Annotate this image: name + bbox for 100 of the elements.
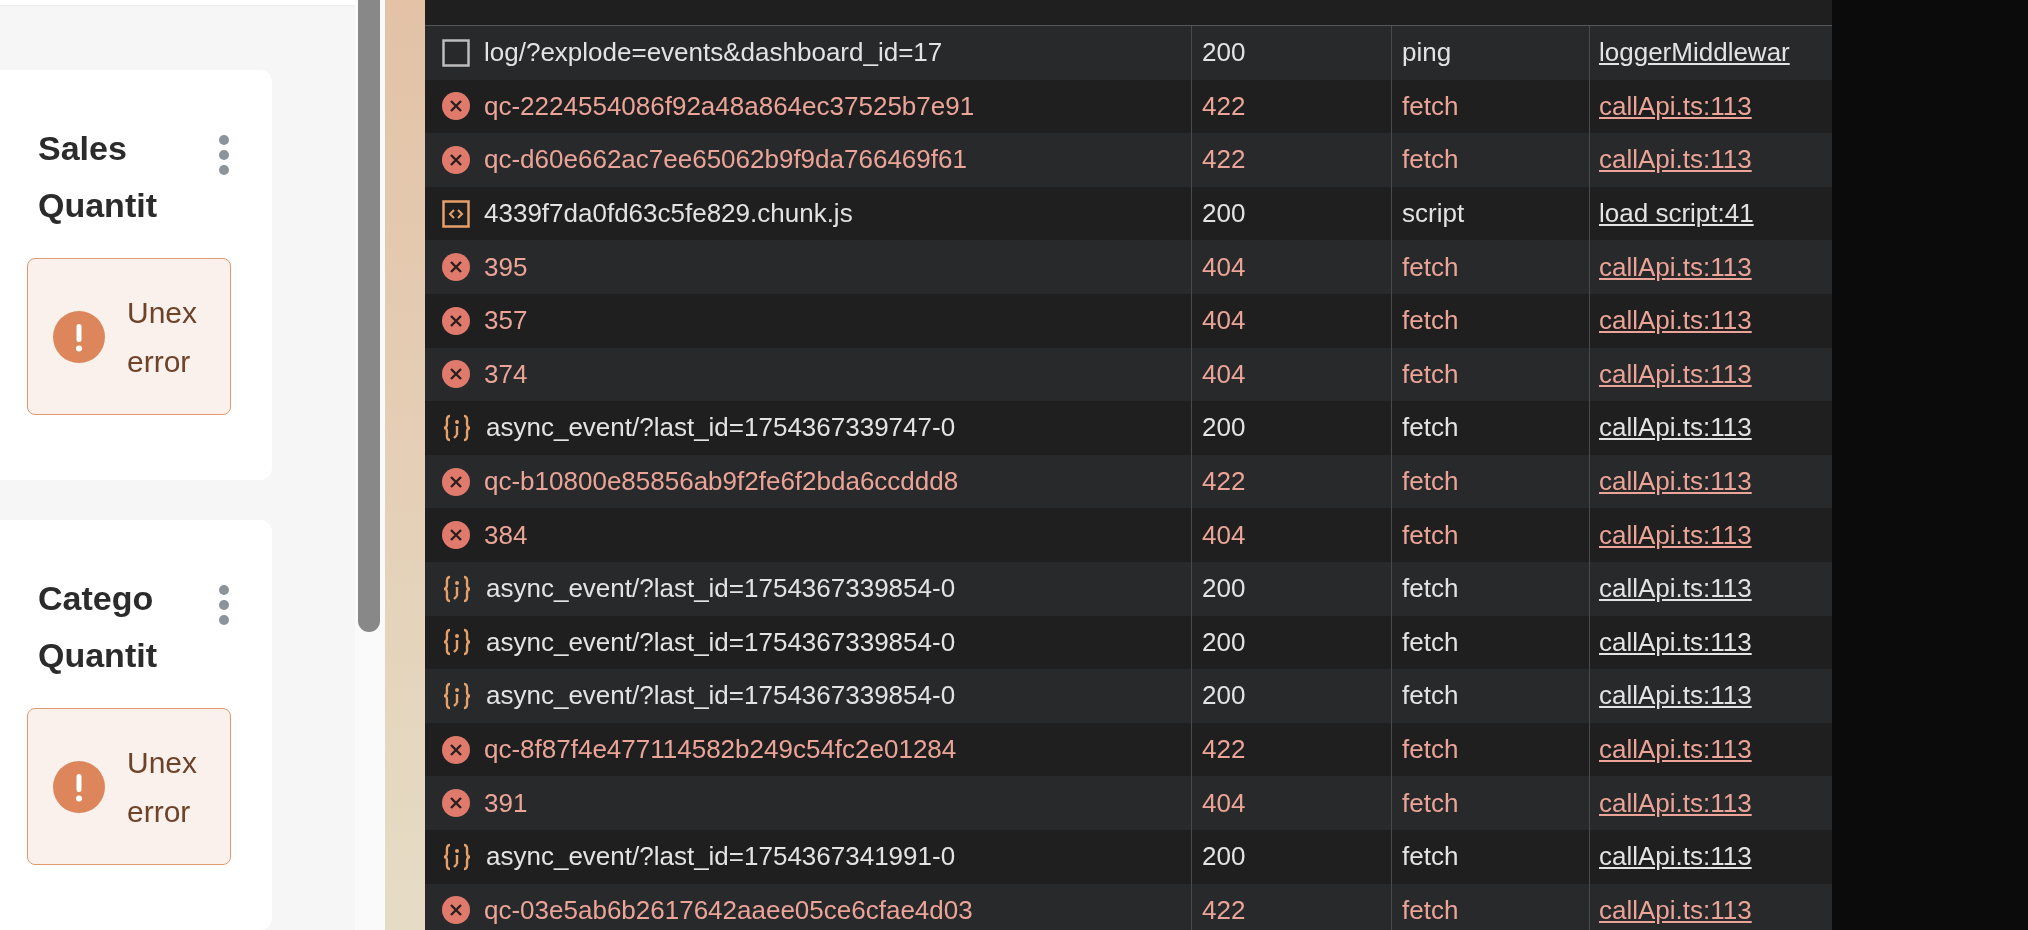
request-type: fetch: [1402, 572, 1459, 606]
initiator-link[interactable]: callApi.ts:113: [1599, 783, 1752, 823]
status-code: 404: [1202, 786, 1246, 820]
fetch-icon: [442, 681, 472, 710]
error-icon: [442, 789, 470, 818]
status-code: 200: [1202, 625, 1246, 659]
status-code: 200: [1202, 840, 1246, 874]
status-code: 422: [1202, 89, 1246, 123]
status-code: 200: [1202, 679, 1246, 713]
request-row[interactable]: async_event/?last_id=1754367339854-0 200 fetch callApi.ts:113: [425, 561, 1832, 616]
initiator-link[interactable]: callApi.ts:113: [1599, 247, 1752, 287]
request-type: fetch: [1402, 357, 1459, 391]
request-name: 357: [484, 304, 528, 338]
request-row[interactable]: qc-03e5ab6b2617642aaee05ce6cfae4d03 422 fetch callApi.ts:113: [425, 883, 1832, 930]
initiator-link[interactable]: callApi.ts:113: [1599, 408, 1752, 448]
initiator-link[interactable]: callApi.ts:113: [1599, 515, 1752, 555]
status-code: 404: [1202, 518, 1246, 552]
request-name: qc-03e5ab6b2617642aaee05ce6cfae4d03: [484, 893, 973, 927]
request-name: async_event/?last_id=1754367339854-0: [486, 572, 956, 606]
status-code: 200: [1202, 36, 1246, 70]
request-row[interactable]: 391 404 fetch callApi.ts:113: [425, 776, 1832, 830]
error-icon: [442, 735, 470, 764]
request-row[interactable]: 395 404 fetch callApi.ts:113: [425, 240, 1832, 294]
request-name: async_event/?last_id=1754367339854-0: [486, 625, 956, 659]
request-type: fetch: [1402, 625, 1459, 659]
initiator-link[interactable]: callApi.ts:113: [1599, 622, 1752, 662]
fetch-icon: [442, 628, 472, 657]
request-type: fetch: [1402, 679, 1459, 713]
request-name: 374: [484, 357, 528, 391]
request-row[interactable]: log/?explode=events&dashboard_id=17 200 ping loggerMiddlewar: [425, 26, 1832, 80]
request-type: script: [1402, 197, 1465, 231]
request-type: fetch: [1402, 143, 1459, 177]
request-type: fetch: [1402, 518, 1459, 552]
request-name: async_event/?last_id=1754367339747-0: [486, 411, 956, 445]
initiator-link[interactable]: callApi.ts:113: [1599, 86, 1752, 126]
request-type: fetch: [1402, 89, 1459, 123]
error-icon: [442, 360, 470, 389]
initiator-link[interactable]: load script:41: [1599, 194, 1754, 234]
error-icon: [442, 521, 470, 550]
initiator-link[interactable]: callApi.ts:113: [1599, 301, 1752, 341]
request-name: log/?explode=events&dashboard_id=17: [484, 36, 943, 70]
error-icon: [442, 306, 470, 335]
error-icon: [442, 146, 470, 174]
status-code: 404: [1202, 304, 1246, 338]
request-type: fetch: [1402, 840, 1459, 874]
request-name: 391: [484, 786, 528, 820]
status-code: 422: [1202, 143, 1246, 177]
status-code: 200: [1202, 197, 1246, 231]
document-icon: [442, 38, 470, 67]
status-code: 404: [1202, 357, 1246, 391]
error-icon: [442, 467, 470, 496]
fetch-icon: [442, 842, 472, 871]
request-type: ping: [1402, 36, 1452, 70]
more-options-icon[interactable]: [218, 134, 230, 176]
status-code: 422: [1202, 465, 1246, 499]
request-type: fetch: [1402, 304, 1459, 338]
initiator-link[interactable]: callApi.ts:113: [1599, 890, 1752, 930]
request-name: async_event/?last_id=1754367339854-0: [486, 679, 956, 713]
request-name: qc-8f87f4e477114582b249c54fc2e01284: [484, 733, 957, 766]
error-message: Unex error: [127, 294, 199, 380]
request-row[interactable]: qc-d60e662ac7ee65062b9f9da766469f61 422 fetch callApi.ts:113: [425, 133, 1832, 187]
scrollbar-thumb[interactable]: [358, 0, 380, 632]
initiator-link[interactable]: loggerMiddlewar: [1599, 33, 1790, 73]
initiator-link[interactable]: callApi.ts:113: [1599, 140, 1752, 180]
error-message: Unex error: [127, 744, 199, 830]
initiator-link[interactable]: callApi.ts:113: [1599, 354, 1752, 394]
alert-icon: [53, 760, 105, 813]
script-icon: [442, 199, 470, 228]
initiator-link[interactable]: callApi.ts:113: [1599, 462, 1752, 502]
request-name: 395: [484, 250, 528, 284]
initiator-link[interactable]: callApi.ts:113: [1599, 730, 1752, 769]
initiator-link[interactable]: callApi.ts:113: [1599, 569, 1752, 609]
fetch-icon: [442, 574, 472, 603]
request-row[interactable]: async_event/?last_id=1754367339854-0 200 fetch callApi.ts:113: [425, 669, 1832, 723]
initiator-link[interactable]: callApi.ts:113: [1599, 676, 1752, 716]
request-type: fetch: [1402, 786, 1459, 820]
error-icon: [442, 253, 470, 282]
request-row[interactable]: qc-b10800e85856ab9f2fe6f2bda6ccddd8 422 fetch callApi.ts:113: [425, 454, 1832, 509]
request-name: async_event/?last_id=1754367341991-0: [486, 840, 956, 874]
status-code: 200: [1202, 411, 1246, 445]
request-type: fetch: [1402, 465, 1459, 499]
request-name: qc-d60e662ac7ee65062b9f9da766469f61: [484, 143, 967, 177]
request-name: qc-b10800e85856ab9f2fe6f2bda6ccddd8: [484, 465, 959, 499]
status-code: 422: [1202, 893, 1246, 927]
request-name: qc-2224554086f92a48a864ec37525b7e91: [484, 89, 975, 123]
initiator-link[interactable]: callApi.ts:113: [1599, 837, 1752, 877]
status-code: 404: [1202, 250, 1246, 284]
error-icon: [442, 92, 470, 121]
more-options-icon[interactable]: [218, 584, 230, 626]
request-type: fetch: [1402, 250, 1459, 284]
status-code: 422: [1202, 733, 1246, 766]
error-icon: [442, 896, 470, 925]
status-code: 200: [1202, 572, 1246, 606]
request-name: 4339f7da0fd63c5fe829.chunk.js: [484, 197, 853, 231]
request-type: fetch: [1402, 411, 1459, 445]
request-type: fetch: [1402, 893, 1459, 927]
request-type: fetch: [1402, 733, 1459, 766]
request-name: 384: [484, 518, 528, 552]
fetch-icon: [442, 413, 472, 442]
request-row[interactable]: 374 404 fetch callApi.ts:113: [425, 347, 1832, 402]
